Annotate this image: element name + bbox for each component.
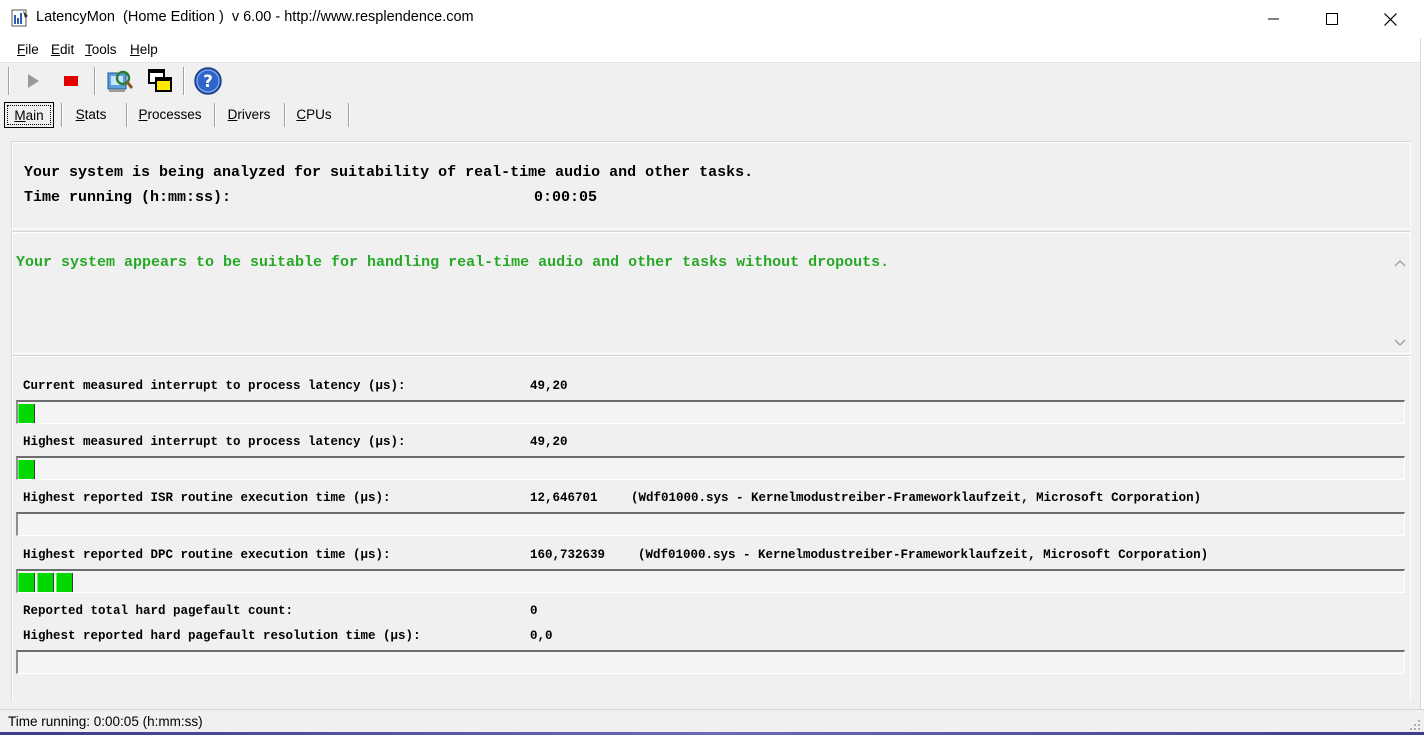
close-button[interactable] [1361, 0, 1419, 38]
minimize-button[interactable] [1245, 0, 1303, 38]
menu-file-label: ile [25, 42, 39, 57]
meter-segment [37, 573, 54, 592]
tab-processes-label: rocesses [147, 106, 202, 122]
pagefault-count-value: 0 [530, 604, 538, 618]
analysis-status: Your system is being analyzed for suitab… [24, 164, 754, 181]
tab-separator [284, 103, 286, 127]
menu-edit-label: dit [60, 42, 75, 57]
close-icon [1383, 12, 1397, 26]
highest-latency-bar [16, 456, 1405, 480]
maximize-button[interactable] [1303, 0, 1361, 38]
help-button[interactable]: ? [193, 66, 223, 96]
toolbar-separator [183, 67, 185, 95]
dpc-label: Highest reported DPC routine execution t… [23, 548, 391, 562]
scroll-up-icon[interactable] [1390, 254, 1410, 274]
tab-separator [61, 103, 63, 127]
resize-grip-icon[interactable] [1409, 719, 1421, 731]
time-running-value: 0:00:05 [534, 189, 598, 206]
current-latency-value: 49,20 [530, 379, 568, 393]
menu-file-mnemonic: F [17, 42, 26, 57]
tab-separator [214, 103, 216, 127]
tab-drivers-mnemonic: D [227, 106, 238, 122]
menu-tools[interactable]: Tools [85, 42, 117, 57]
menu-help-label: elp [139, 42, 158, 57]
toolbar: ? [0, 63, 1424, 101]
tab-stats[interactable]: Stats [64, 102, 118, 126]
analyze-icon [107, 70, 133, 92]
minimize-icon [1268, 18, 1279, 20]
windows-icon [148, 69, 172, 92]
verdict-message: Your system appears to be suitable for h… [16, 254, 890, 271]
isr-bar [16, 512, 1405, 536]
highest-latency-value: 49,20 [530, 435, 568, 449]
menu-help[interactable]: Help [130, 42, 158, 57]
isr-label: Highest reported ISR routine execution t… [23, 491, 391, 505]
status-text: Time running: 0:00:05 (h:mm:ss) [8, 714, 203, 729]
window-edge [1420, 38, 1424, 710]
stop-icon [64, 76, 78, 86]
tab-bar: Main Stats Processes Drivers C PUs [0, 101, 1424, 129]
tab-cpus[interactable]: C PUs [288, 102, 340, 126]
scroll-down-icon[interactable] [1390, 332, 1410, 352]
tab-processes[interactable]: Processes [130, 102, 210, 126]
pagefault-time-value: 0,0 [530, 629, 553, 643]
title-bar: LatencyMon (Home Edition ) v 6.00 - http… [0, 0, 1424, 38]
tab-main[interactable]: Main [4, 102, 54, 128]
tab-cpus-label: PUs [306, 106, 332, 122]
windows-button[interactable] [145, 66, 175, 96]
tab-cpus-mnemonic: C [296, 106, 307, 122]
menu-tools-mnemonic: T [85, 42, 92, 57]
analysis-panel: Your system is being analyzed for suitab… [11, 141, 1411, 229]
isr-value: 12,646701 [530, 491, 598, 505]
stop-button[interactable] [56, 66, 86, 96]
maximize-icon [1326, 13, 1338, 25]
current-latency-label: Current measured interrupt to process la… [23, 379, 406, 393]
tab-separator [348, 103, 350, 127]
verdict-scrollbar[interactable] [1390, 232, 1410, 353]
tab-main-mnemonic: M [14, 107, 26, 123]
highest-latency-label: Highest measured interrupt to process la… [23, 435, 406, 449]
stats-panel: Current measured interrupt to process la… [11, 355, 1411, 700]
app-icon [11, 9, 28, 27]
start-button[interactable] [18, 66, 48, 96]
menu-edit[interactable]: Edit [51, 42, 74, 57]
analyze-button[interactable] [104, 66, 134, 96]
toolbar-grip [8, 67, 10, 95]
meter-segment [56, 573, 73, 592]
toolbar-separator [94, 67, 96, 95]
menu-bar: File Edit Tools Help [0, 38, 1424, 63]
tab-stats-label: tats [84, 106, 107, 122]
pagefault-count-label: Reported total hard pagefault count: [23, 604, 294, 618]
menu-edit-mnemonic: E [51, 42, 61, 57]
current-latency-bar [16, 400, 1405, 424]
tab-processes-mnemonic: P [138, 106, 148, 122]
tab-main-label: ain [25, 107, 44, 123]
window-title: LatencyMon (Home Edition ) v 6.00 - http… [36, 9, 474, 25]
dpc-value: 160,732639 [530, 548, 606, 562]
pagefault-time-label: Highest reported hard pagefault resoluti… [23, 629, 421, 643]
dpc-detail: (Wdf01000.sys - Kernelmodustreiber-Frame… [638, 548, 1209, 562]
help-icon: ? [194, 67, 222, 95]
dpc-bar [16, 569, 1405, 593]
time-running-label: Time running (h:mm:ss): [24, 189, 232, 206]
tab-drivers-label: rivers [237, 106, 271, 122]
tab-separator [126, 103, 128, 127]
isr-detail: (Wdf01000.sys - Kernelmodustreiber-Frame… [631, 491, 1202, 505]
menu-help-mnemonic: H [130, 42, 140, 57]
menu-tools-label: ools [91, 42, 117, 57]
meter-segment [18, 460, 35, 479]
pagefault-time-bar [16, 650, 1405, 674]
meter-segment [18, 573, 35, 592]
tab-drivers[interactable]: Drivers [218, 102, 280, 126]
status-bar: Time running: 0:00:05 (h:mm:ss) [0, 709, 1424, 733]
tab-stats-mnemonic: S [75, 106, 85, 122]
play-icon [28, 74, 39, 88]
menu-file[interactable]: File [17, 42, 39, 57]
verdict-panel: Your system appears to be suitable for h… [11, 231, 1411, 354]
meter-segment [18, 404, 35, 423]
svg-text:?: ? [203, 72, 213, 92]
